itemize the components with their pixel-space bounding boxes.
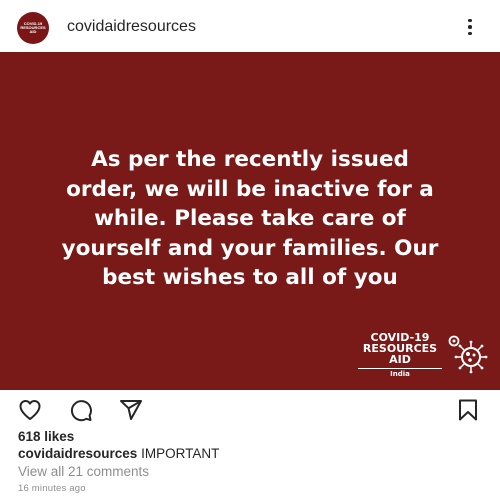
avatar[interactable]: COVID-19 RESOURCES AID	[17, 12, 49, 44]
likes-count[interactable]: 618 likes	[18, 429, 74, 444]
post-timestamp: 16 minutes ago	[18, 483, 86, 494]
logo-divider	[358, 368, 442, 369]
bookmark-icon[interactable]	[456, 398, 480, 422]
more-options-icon[interactable]	[462, 14, 478, 40]
post-image: As per the recently issued order, we wil…	[0, 52, 500, 390]
heart-icon[interactable]	[18, 398, 42, 422]
virus-large-icon	[454, 340, 488, 374]
logo-line-3: AID	[389, 353, 411, 366]
view-comments-link[interactable]: View all 21 comments	[18, 464, 149, 479]
share-icon[interactable]	[119, 398, 143, 422]
post-caption: covidaidresources IMPORTANT	[18, 446, 219, 461]
avatar-text: COVID-19 RESOURCES AID	[20, 21, 46, 34]
comment-icon[interactable]	[69, 398, 93, 422]
caption-username[interactable]: covidaidresources	[18, 446, 137, 461]
caption-text: IMPORTANT	[141, 446, 220, 461]
post-message: As per the recently issued order, we wil…	[61, 147, 439, 290]
covid-resources-logo: COVID-19 RESOURCES AID India	[354, 332, 494, 392]
username-link[interactable]: covidaidresources	[67, 18, 196, 36]
logo-text: COVID-19 RESOURCES AID	[354, 332, 446, 365]
logo-country: India	[390, 370, 410, 378]
post-header: COVID-19 RESOURCES AID covidaidresources	[0, 0, 500, 52]
